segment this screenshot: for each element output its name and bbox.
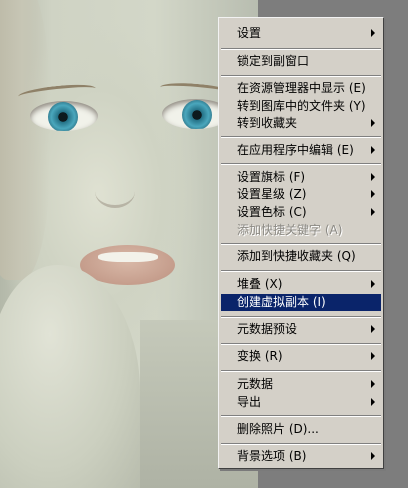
submenu-arrow-icon	[371, 325, 375, 333]
submenu-arrow-icon	[371, 119, 375, 127]
menu-item-set-rating[interactable]: 设置星级 (Z)	[221, 186, 381, 203]
menu-separator	[221, 443, 381, 445]
left-iris	[48, 102, 78, 131]
submenu-arrow-icon	[371, 146, 375, 154]
menu-item-background-options[interactable]: 背景选项 (B)	[221, 448, 381, 465]
menu-item-set-flag[interactable]: 设置旗标 (F)	[221, 169, 381, 186]
menu-separator	[221, 48, 381, 50]
menu-item-label: 变换 (R)	[237, 349, 283, 363]
menu-item-label: 创建虚拟副本 (I)	[237, 295, 326, 309]
menu-item-add-to-quick-collection[interactable]: 添加到快捷收藏夹 (Q)	[221, 248, 381, 265]
menu-item-label: 转到图库中的文件夹 (Y)	[237, 99, 366, 113]
menu-item-edit-in-application[interactable]: 在应用程序中编辑 (E)	[221, 142, 381, 159]
nose	[95, 175, 135, 208]
menu-item-label: 在应用程序中编辑 (E)	[237, 143, 354, 157]
menu-separator	[221, 243, 381, 245]
menu-item-label: 添加快捷关键字 (A)	[237, 223, 343, 237]
left-eye	[30, 101, 98, 131]
menu-item-label: 转到收藏夹	[237, 116, 298, 130]
menu-item-settings[interactable]: 设置	[221, 25, 381, 42]
submenu-arrow-icon	[371, 208, 375, 216]
menu-item-label: 添加到快捷收藏夹 (Q)	[237, 249, 356, 263]
submenu-arrow-icon	[371, 29, 375, 37]
menu-item-set-color-label[interactable]: 设置色标 (C)	[221, 204, 381, 221]
menu-separator	[221, 270, 381, 272]
teeth	[98, 252, 158, 262]
submenu-arrow-icon	[371, 398, 375, 406]
hair	[0, 0, 50, 280]
submenu-arrow-icon	[371, 173, 375, 181]
menu-separator	[221, 163, 381, 165]
menu-item-label: 在资源管理器中显示 (E)	[237, 81, 366, 95]
submenu-arrow-icon	[371, 452, 375, 460]
menu-item-label: 设置	[237, 26, 262, 40]
menu-item-go-to-folder-in-library[interactable]: 转到图库中的文件夹 (Y)	[221, 98, 381, 115]
submenu-arrow-icon	[371, 352, 375, 360]
menu-item-label: 设置旗标 (F)	[237, 170, 306, 184]
menu-item-show-in-explorer[interactable]: 在资源管理器中显示 (E)	[221, 80, 381, 97]
menu-item-label: 设置色标 (C)	[237, 205, 307, 219]
hand	[0, 265, 140, 488]
menu-item-label: 元数据预设	[237, 322, 298, 336]
menu-item-label: 导出	[237, 395, 262, 409]
menu-item-transform[interactable]: 变换 (R)	[221, 348, 381, 365]
menu-item-add-shortcut-keyword: 添加快捷关键字 (A)	[221, 222, 381, 239]
menu-separator	[221, 415, 381, 417]
menu-item-label: 锁定到副窗口	[237, 54, 310, 68]
menu-item-delete-photo[interactable]: 删除照片 (D)...	[221, 421, 381, 438]
menu-separator	[221, 136, 381, 138]
menu-item-metadata[interactable]: 元数据	[221, 376, 381, 393]
menu-item-create-virtual-copy[interactable]: 创建虚拟副本 (I)	[221, 294, 381, 311]
menu-item-label: 背景选项 (B)	[237, 449, 307, 463]
menu-item-lock-to-secondary-window[interactable]: 锁定到副窗口	[221, 53, 381, 70]
menu-item-label: 元数据	[237, 377, 274, 391]
menu-item-label: 设置星级 (Z)	[237, 187, 307, 201]
menu-item-go-to-collection[interactable]: 转到收藏夹	[221, 115, 381, 132]
menu-separator	[221, 75, 381, 77]
menu-separator	[221, 370, 381, 372]
submenu-arrow-icon	[371, 190, 375, 198]
menu-item-label: 删除照片 (D)...	[237, 422, 319, 436]
submenu-arrow-icon	[371, 380, 375, 388]
menu-item-label: 堆叠 (X)	[237, 277, 283, 291]
menu-separator	[221, 316, 381, 318]
context-menu: 设置 锁定到副窗口 在资源管理器中显示 (E) 转到图库中的文件夹 (Y) 转到…	[218, 17, 384, 469]
submenu-arrow-icon	[371, 280, 375, 288]
menu-item-export[interactable]: 导出	[221, 394, 381, 411]
menu-separator	[221, 343, 381, 345]
right-iris	[182, 100, 212, 129]
menu-item-stacking[interactable]: 堆叠 (X)	[221, 276, 381, 293]
menu-item-metadata-presets[interactable]: 元数据预设	[221, 321, 381, 338]
